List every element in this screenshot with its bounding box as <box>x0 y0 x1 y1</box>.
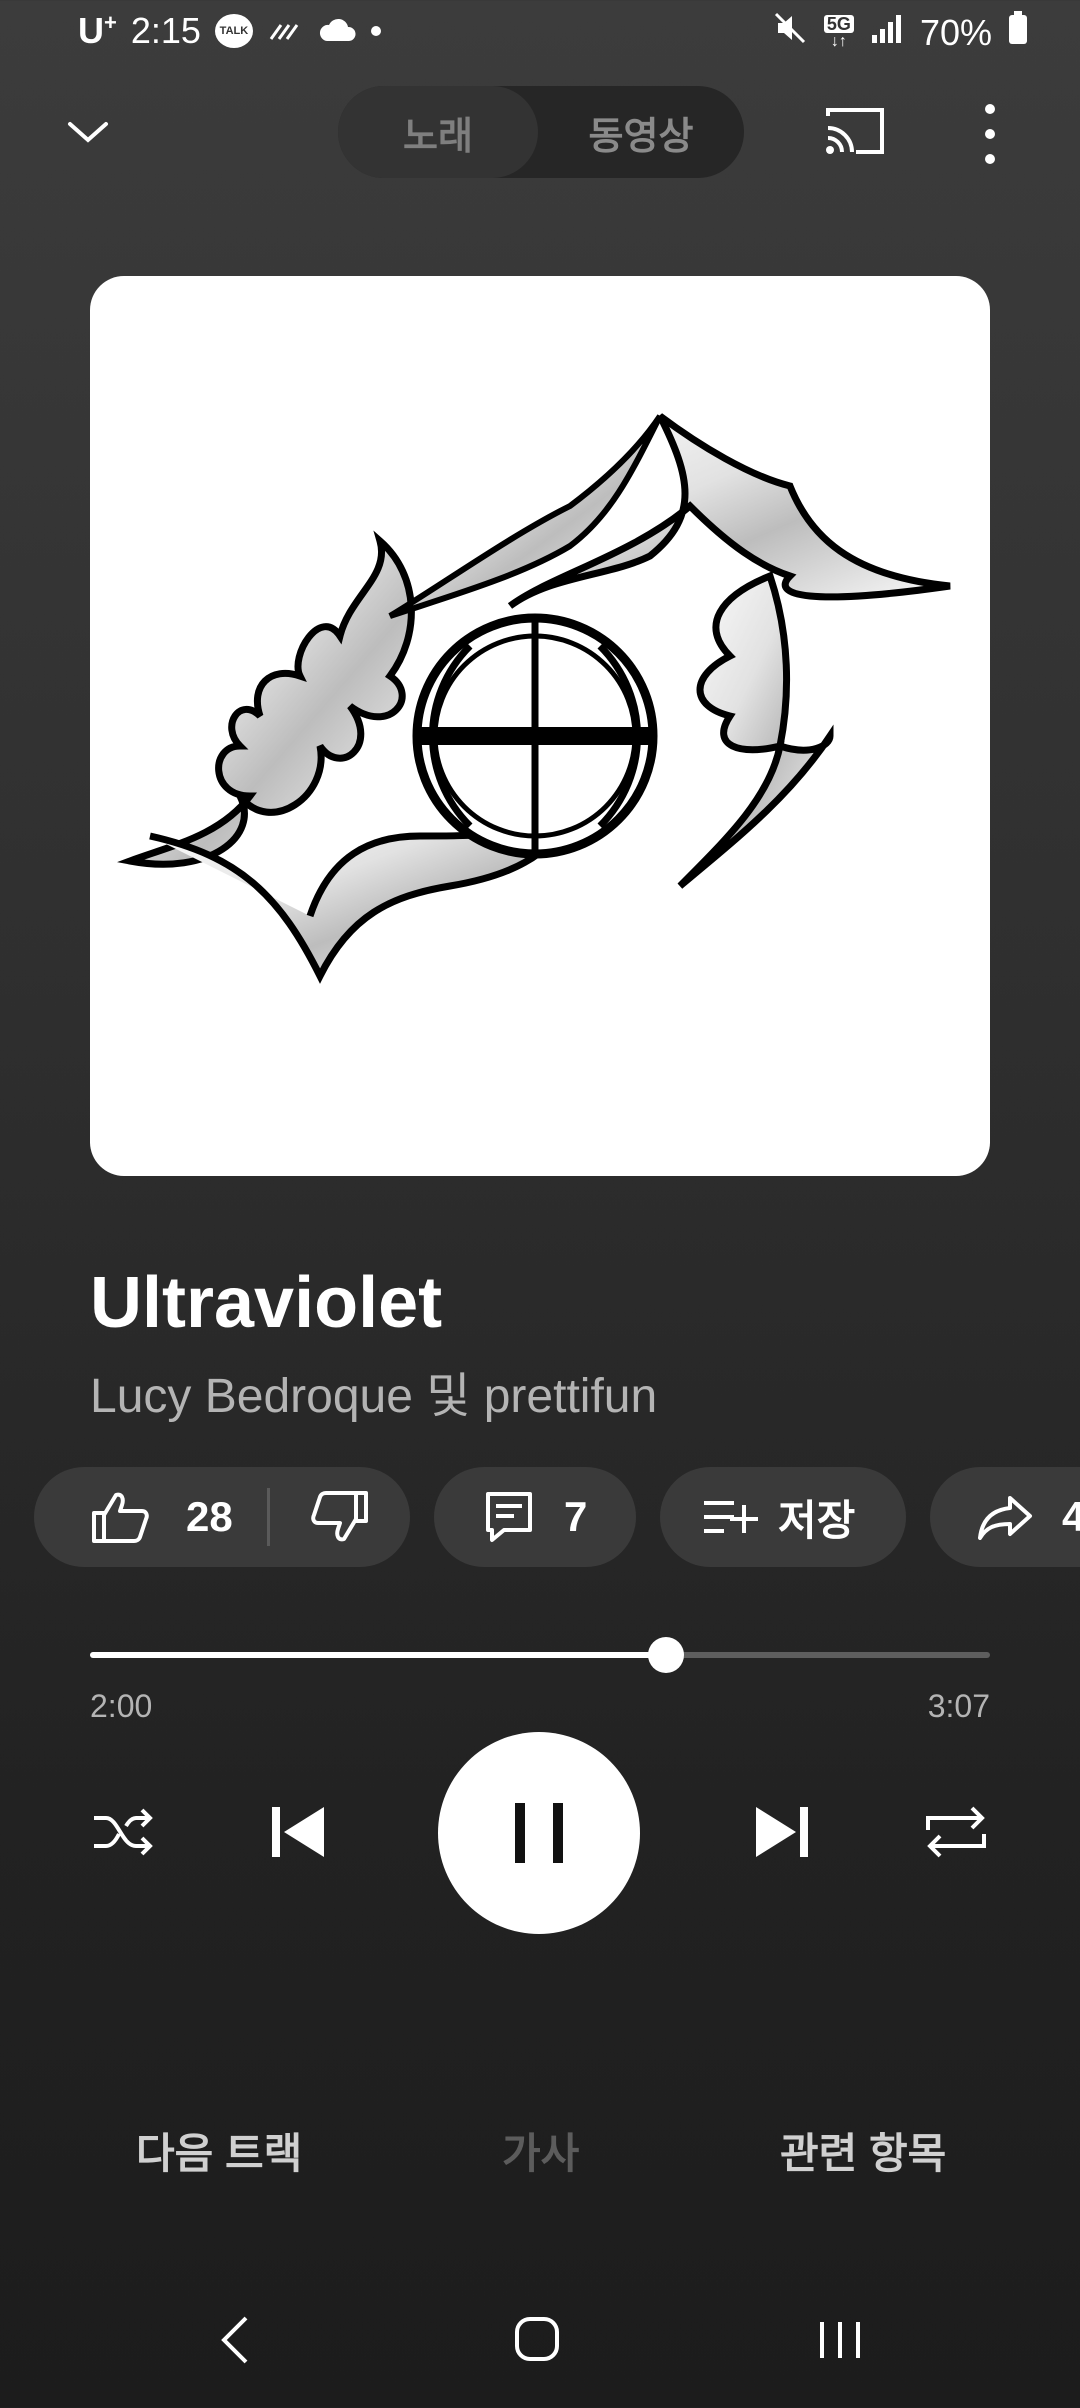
chip-divider <box>266 1488 270 1546</box>
thumbs-down-icon <box>310 1491 368 1542</box>
collapse-button[interactable] <box>64 108 112 156</box>
recents-icon <box>820 2322 860 2358</box>
playlist-add-icon <box>704 1501 758 1533</box>
track-artist[interactable]: Lucy Bedroque 및 prettifun <box>90 1356 657 1426</box>
tab-lyrics[interactable]: 가사 <box>502 2120 579 2181</box>
album-logo-image <box>117 413 951 984</box>
save-label: 저장 <box>778 1496 856 1544</box>
nav-home-button[interactable] <box>514 2316 560 2362</box>
pause-icon <box>515 1803 563 1863</box>
dislike-button[interactable] <box>310 1489 370 1545</box>
tab-up-next[interactable]: 다음 트랙 <box>136 2120 302 2181</box>
track-title: Ultraviolet <box>90 1263 443 1343</box>
wifi-call-icon <box>267 10 303 52</box>
progress-thumb[interactable] <box>648 1637 684 1673</box>
more-vert-icon <box>985 104 995 114</box>
cast-icon <box>826 108 884 154</box>
progress-fill <box>90 1652 666 1658</box>
current-time: 2:00 <box>90 1688 153 1724</box>
signal-icon <box>870 12 904 54</box>
tab-video[interactable]: 동영상 <box>538 86 744 178</box>
repeat-button[interactable] <box>924 1800 988 1864</box>
clock: 2:15 <box>130 10 201 51</box>
pause-button[interactable] <box>438 1732 640 1934</box>
comment-count: 7 <box>564 1493 588 1540</box>
share-button[interactable]: 4 <box>930 1467 1080 1567</box>
skip-next-icon <box>756 1807 808 1857</box>
share-icon <box>978 1496 1032 1540</box>
skip-previous-icon <box>272 1807 324 1857</box>
shuffle-icon <box>94 1808 153 1856</box>
mute-icon <box>772 10 808 55</box>
total-time: 3:07 <box>927 1688 990 1724</box>
previous-button[interactable] <box>266 1800 330 1864</box>
shuffle-button[interactable] <box>92 1800 156 1864</box>
back-chevron-icon <box>221 2316 248 2364</box>
home-icon <box>515 2317 559 2361</box>
thumbs-up-icon <box>92 1492 149 1543</box>
battery-level: 70% <box>919 11 992 53</box>
chevron-down-icon <box>68 122 108 143</box>
save-to-playlist-button[interactable]: 저장 <box>660 1467 906 1567</box>
network-5g-icon: 5G ↓↑ <box>823 14 854 51</box>
more-options-button[interactable] <box>972 104 1008 164</box>
next-button[interactable] <box>750 1800 814 1864</box>
carrier-label: U+ <box>78 10 117 51</box>
comment-icon <box>486 1492 532 1542</box>
like-dislike-chip: 28 <box>34 1467 410 1567</box>
repeat-icon <box>926 1806 986 1858</box>
kakaotalk-icon: TALK <box>214 14 253 48</box>
more-vert-dot <box>985 129 995 139</box>
dot-icon <box>370 26 381 36</box>
tab-song[interactable]: 노래 <box>338 86 538 178</box>
comments-button[interactable]: 7 <box>434 1467 636 1567</box>
status-right: 5G ↓↑ 70% <box>772 10 1028 55</box>
tab-related[interactable]: 관련 항목 <box>780 2120 946 2181</box>
share-count: 4 <box>1062 1493 1080 1540</box>
cloud-icon <box>317 10 357 52</box>
status-bar: U+ 2:15 TALK 5G ↓↑ 70% <box>0 0 1080 66</box>
like-count: 28 <box>186 1493 233 1540</box>
more-vert-dot <box>985 154 995 164</box>
nav-recents-button[interactable] <box>818 2318 862 2362</box>
battery-icon <box>1008 11 1028 54</box>
cast-button[interactable] <box>822 104 888 158</box>
song-video-toggle: 노래 동영상 <box>338 86 744 178</box>
status-left: U+ 2:15 TALK <box>78 10 381 52</box>
album-art <box>90 276 990 1176</box>
like-button[interactable]: 28 <box>34 1489 233 1545</box>
nav-back-button[interactable] <box>212 2312 262 2368</box>
